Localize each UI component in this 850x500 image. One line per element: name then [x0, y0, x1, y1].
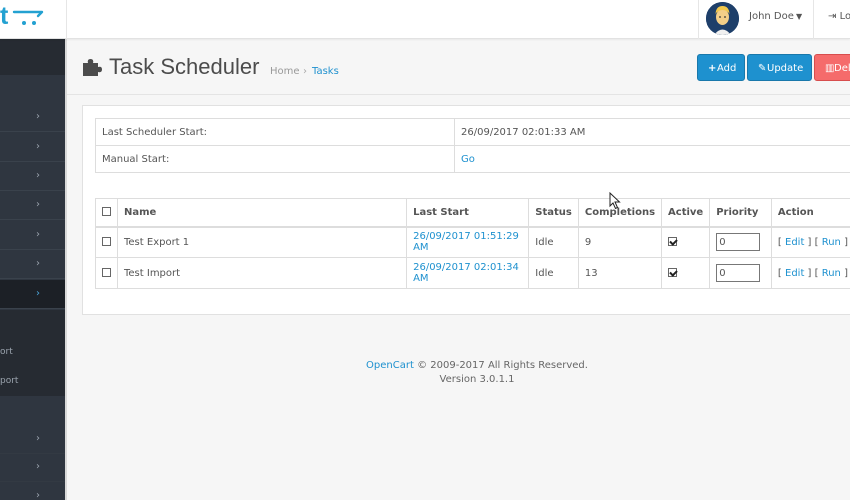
sidebar-item[interactable]: › — [0, 250, 65, 279]
sidebar-item[interactable]: › — [0, 191, 65, 220]
chevron-right-icon: › — [36, 433, 40, 444]
column-header-priority[interactable]: Priority — [709, 198, 772, 228]
delete-button-label: Dele — [834, 63, 850, 74]
mouse-cursor-icon — [609, 192, 621, 210]
task-completions: 9 — [577, 226, 663, 258]
update-button[interactable]: ✎Update — [747, 54, 812, 81]
column-header-active: Active — [661, 198, 711, 228]
footer-version: Version 3.0.1.1 — [439, 374, 515, 385]
sidebar-item[interactable]: › — [0, 162, 65, 191]
select-all-checkbox[interactable] — [102, 207, 111, 217]
task-completions: 13 — [577, 257, 663, 289]
logo[interactable]: t — [0, 0, 67, 39]
task-status: Idle — [528, 257, 579, 289]
sidebar-profile-band — [0, 39, 65, 75]
footer-rights: © 2009-2017 All Rights Reserved. — [417, 360, 588, 371]
task-actions: [ Edit ] [ Run ] — [770, 257, 850, 289]
breadcrumb-home[interactable]: Home — [270, 66, 300, 77]
run-link[interactable]: Run — [822, 268, 841, 279]
row-checkbox[interactable] — [102, 268, 111, 277]
main-content: Task Scheduler Home › Tasks +Add ✎Update… — [67, 39, 850, 500]
task-status: Idle — [528, 226, 579, 258]
update-button-label: Update — [767, 63, 804, 74]
edit-link[interactable]: Edit — [785, 237, 804, 248]
sidebar-item[interactable]: › — [0, 453, 65, 482]
sidebar-item[interactable]: › — [0, 425, 65, 454]
manual-start-label: Manual Start: — [95, 145, 455, 173]
row-checkbox[interactable] — [102, 237, 111, 247]
column-header-last-start: Last Start — [406, 198, 530, 228]
add-button[interactable]: +Add — [697, 54, 745, 81]
task-name: Test Export 1 — [116, 226, 408, 258]
last-start-label: Last Scheduler Start: — [95, 118, 455, 146]
sign-out-icon: ⇥ — [828, 11, 837, 22]
pencil-icon: ✎ — [758, 63, 767, 74]
info-row-manual-start: Manual Start: Go — [95, 145, 850, 173]
scheduler-panel: Last Scheduler Start: 26/09/2017 02:01:3… — [82, 105, 850, 315]
sidebar-item-active[interactable]: › — [0, 280, 65, 309]
table-row: Test Export 1 26/09/2017 01:51:29 AM Idl… — [95, 226, 850, 258]
cart-logo-icon — [12, 10, 44, 25]
page-title: Task Scheduler — [109, 54, 260, 79]
active-checkbox[interactable] — [668, 237, 678, 247]
puzzle-piece-icon — [83, 59, 102, 76]
caret-down-icon: ▼ — [796, 12, 803, 21]
active-checkbox[interactable] — [668, 268, 678, 277]
task-name: Test Import — [116, 257, 408, 289]
scheduler-info-table: Last Scheduler Start: 26/09/2017 02:01:3… — [95, 118, 850, 173]
breadcrumb-separator: › — [303, 66, 307, 77]
plus-icon: + — [708, 63, 717, 74]
chevron-right-icon: › — [36, 170, 40, 181]
task-last-start-link[interactable]: 26/09/2017 02:01:34 AM — [413, 262, 519, 284]
sidebar-subitem-import[interactable]: port — [0, 376, 18, 386]
priority-input[interactable] — [716, 233, 761, 252]
priority-input[interactable] — [716, 264, 761, 282]
tasks-table: Name Last Start Status Completions Activ… — [95, 198, 850, 289]
edit-link[interactable]: Edit — [785, 268, 804, 279]
table-row: Test Import 26/09/2017 02:01:34 AM Idle … — [95, 257, 850, 289]
chevron-right-icon: › — [36, 111, 40, 122]
column-header-action: Action — [770, 198, 850, 228]
manual-start-go-link[interactable]: Go — [461, 154, 475, 165]
user-name: John Doe — [749, 11, 794, 22]
chevron-right-icon: › — [36, 258, 40, 269]
breadcrumb-tasks[interactable]: Tasks — [312, 66, 339, 77]
task-last-start-link[interactable]: 26/09/2017 01:51:29 AM — [413, 231, 519, 253]
chevron-right-icon: › — [36, 461, 40, 472]
sidebar-subitem-export[interactable]: ort — [0, 347, 13, 357]
add-button-label: Add — [717, 63, 737, 74]
tasks-table-header: Name Last Start Status Completions Activ… — [95, 198, 850, 228]
footer-copyright: OpenCart © 2009-2017 All Rights Reserved… — [67, 359, 850, 373]
trash-icon: ▥ — [825, 63, 835, 74]
info-row-last-start: Last Scheduler Start: 26/09/2017 02:01:3… — [95, 118, 850, 146]
chevron-right-icon: › — [36, 199, 40, 210]
last-start-value: 26/09/2017 02:01:33 AM — [454, 118, 850, 146]
column-header-status: Status — [528, 198, 579, 228]
opencart-link[interactable]: OpenCart — [366, 360, 414, 371]
sidebar: › › › › › › › ort port › › › — [0, 39, 67, 500]
logo-text: t — [0, 2, 9, 30]
run-link[interactable]: Run — [822, 237, 841, 248]
page-header: Task Scheduler Home › Tasks +Add ✎Update… — [67, 39, 850, 95]
top-header: t John Doe ▼ ⇥ Lo — [0, 0, 850, 39]
chevron-right-icon: › — [36, 141, 40, 152]
sidebar-item[interactable]: › — [0, 133, 65, 162]
logout-label: Lo — [839, 11, 850, 22]
footer: OpenCart © 2009-2017 All Rights Reserved… — [67, 359, 850, 387]
task-actions: [ Edit ] [ Run ] — [770, 226, 850, 258]
sidebar-item[interactable]: › — [0, 103, 65, 132]
sidebar-item[interactable]: › — [0, 221, 65, 250]
chevron-right-icon: › — [36, 288, 40, 299]
chevron-right-icon: › — [36, 229, 40, 240]
delete-button[interactable]: ▥Dele — [814, 54, 850, 81]
logout-link[interactable]: ⇥ Lo — [828, 11, 850, 22]
column-header-name[interactable]: Name — [116, 198, 408, 228]
user-menu[interactable]: John Doe ▼ — [698, 0, 814, 39]
avatar — [706, 2, 739, 35]
sidebar-item[interactable]: › — [0, 482, 65, 500]
chevron-right-icon: › — [36, 490, 40, 500]
